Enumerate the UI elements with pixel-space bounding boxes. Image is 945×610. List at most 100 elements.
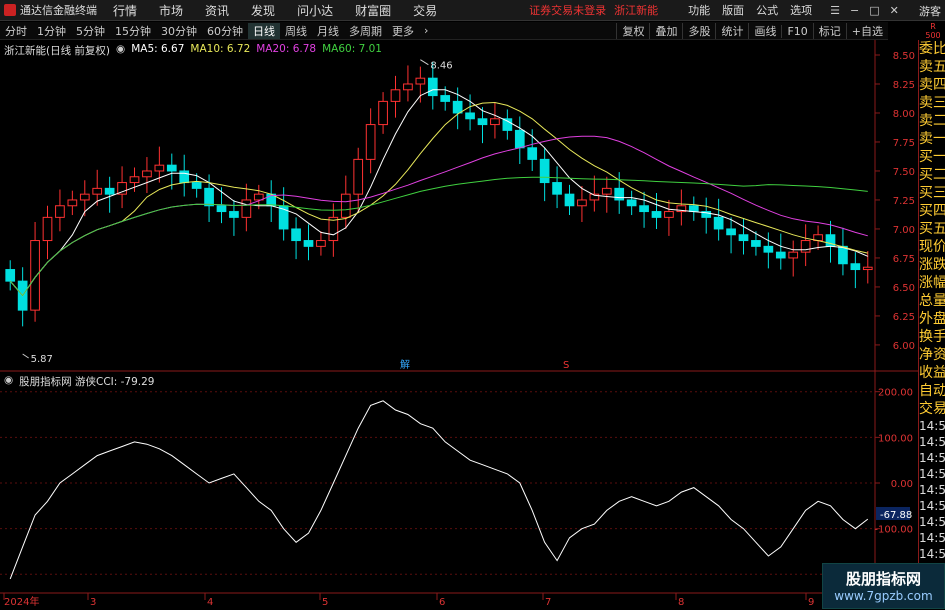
candle-body-39 xyxy=(490,118,500,126)
tool-duogu[interactable]: 多股 xyxy=(682,23,715,39)
side-time-3: 14:56 xyxy=(919,467,945,481)
cci-tick-label-2: 0.00 xyxy=(891,479,913,490)
tool-f10[interactable]: F10 xyxy=(781,24,812,38)
price-tick-label-2: 8.00 xyxy=(893,109,915,120)
candle-body-49 xyxy=(614,187,625,201)
side-time-6: 14:56 xyxy=(919,515,945,529)
candle-body-50 xyxy=(626,199,637,207)
period-15min[interactable]: 15分钟 xyxy=(110,23,156,39)
candle-body-2 xyxy=(30,240,40,311)
bars-icon[interactable]: ☰ xyxy=(830,4,840,17)
period-more[interactable]: 更多 xyxy=(387,23,419,39)
cci-current-value: -67.88 xyxy=(880,510,912,521)
cci-tick-label-1: 100.00 xyxy=(878,433,913,444)
candle-body-6 xyxy=(79,193,90,201)
price-tick-label-6: 7.00 xyxy=(893,225,915,236)
candle-body-37 xyxy=(465,112,475,120)
x-label-6: 8 xyxy=(678,597,684,608)
tool-biaoji[interactable]: 标记 xyxy=(812,23,846,39)
side-label-19[interactable]: 自动 xyxy=(919,382,945,400)
minimize-icon[interactable]: − xyxy=(850,4,859,17)
period-30min[interactable]: 30分钟 xyxy=(156,23,202,39)
side-label-0: 委比 xyxy=(919,41,945,57)
menu-hangqing[interactable]: 行情 xyxy=(113,2,137,19)
candle-body-42 xyxy=(527,147,538,160)
period-60min[interactable]: 60分钟 xyxy=(202,23,248,39)
candle-body-18 xyxy=(229,211,239,218)
candle-body-62 xyxy=(775,251,786,259)
menu-banmian[interactable]: 版面 xyxy=(722,2,744,18)
tool-huaxian[interactable]: 画线 xyxy=(748,23,781,39)
candle-body-44 xyxy=(552,182,562,195)
price-tick-label-1: 8.25 xyxy=(893,80,915,91)
period-5min[interactable]: 5分钟 xyxy=(71,23,110,39)
period-day[interactable]: 日线 xyxy=(248,22,280,39)
tool-fuquan[interactable]: 复权 xyxy=(616,23,649,39)
candle-body-29 xyxy=(365,124,376,160)
candle-body-32 xyxy=(403,83,413,91)
tool-zixuan[interactable]: +自选 xyxy=(845,23,888,39)
price-panel-title: 浙江新能(日线 前复权) xyxy=(4,45,111,57)
menu-wenxiaoda[interactable]: 问小达 xyxy=(297,2,333,19)
window-buttons: ☰ − □ ✕ xyxy=(830,4,899,17)
side-label-14: 总量 xyxy=(919,293,945,309)
tool-diejia[interactable]: 叠加 xyxy=(649,23,682,39)
cci-toggle-icon[interactable]: ◉ xyxy=(4,374,13,389)
candle-body-28 xyxy=(353,158,364,195)
candle-body-48 xyxy=(601,187,612,195)
kline-chart[interactable]: 8.50 8.25 8.00 7.75 7.50 7.25 7.00 6.75 6.50 6.25… xyxy=(0,40,945,609)
chevron-right-icon[interactable]: › xyxy=(419,24,433,37)
candle-body-58 xyxy=(726,228,736,236)
menu-zixun[interactable]: 资讯 xyxy=(205,2,229,19)
period-week[interactable]: 周线 xyxy=(280,23,312,39)
period-multi[interactable]: 多周期 xyxy=(344,23,387,39)
low-pointer xyxy=(22,353,29,359)
menu-gongshi[interactable]: 公式 xyxy=(756,2,778,18)
candle-body-26 xyxy=(328,216,339,242)
close-icon[interactable]: ✕ xyxy=(890,4,899,17)
side-label-12: 涨跌 xyxy=(919,257,945,273)
candle-body-40 xyxy=(502,118,513,131)
candle-body-30 xyxy=(378,100,388,126)
high-label: 8.46 xyxy=(430,61,452,72)
candle-body-10 xyxy=(129,176,140,184)
period-1min[interactable]: 1分钟 xyxy=(32,23,71,39)
menu-caifuquan[interactable]: 财富圈 xyxy=(355,2,391,19)
x-label-1: 3 xyxy=(90,597,96,608)
x-label-3: 5 xyxy=(322,597,328,608)
tool-tongji[interactable]: 统计 xyxy=(715,23,748,39)
side-label-20[interactable]: 交易 xyxy=(919,400,945,418)
menu-jiaoyi[interactable]: 交易 xyxy=(413,2,437,19)
candle-body-12 xyxy=(154,164,165,172)
legend-toggle-icon[interactable]: ◉ xyxy=(116,43,125,58)
maximize-icon[interactable]: □ xyxy=(869,4,879,17)
guest-label[interactable]: 游客 xyxy=(919,3,941,19)
trade-status: 证券交易未登录 xyxy=(529,4,607,17)
candle-body-59 xyxy=(738,234,749,242)
side-label-4: 卖二 xyxy=(919,113,945,129)
price-tick-label-3: 7.75 xyxy=(893,138,915,149)
quote-side-panel: 委比 卖五 卖四 卖三 卖二 卖一 买一 买二 买三 买四 买五 现价 涨跌 涨幅 总量 外盘 换手 净资 收益 自动… xyxy=(918,40,945,609)
period-fenshi[interactable]: 分时 xyxy=(0,23,32,39)
menu-shichang[interactable]: 市场 xyxy=(159,2,183,19)
menu-faxian[interactable]: 发现 xyxy=(251,2,275,19)
title-bar: 通达信金融终端 行情 市场 资讯 发现 问小达 财富圈 交易 证券交易未登录 浙… xyxy=(0,0,945,21)
candle-body-24 xyxy=(303,240,314,247)
menu-xuanxiang[interactable]: 选项 xyxy=(790,2,812,18)
candle-body-43 xyxy=(539,158,550,184)
price-tick-label-7: 6.75 xyxy=(893,254,915,265)
candle-body-4 xyxy=(55,205,65,218)
cci-legend: ◉ 股朋指标网 游侠CCI: -79.29 xyxy=(4,374,155,389)
ma20-label: MA20: 6.78 xyxy=(256,43,317,55)
candle-body-35 xyxy=(440,95,451,102)
candle-body-31 xyxy=(390,89,401,102)
side-time-2: 14:56 xyxy=(919,451,945,465)
stock-name: 浙江新能 xyxy=(614,4,659,17)
candle-body-53 xyxy=(664,211,674,218)
menu-gongneng[interactable]: 功能 xyxy=(688,2,710,18)
candle-body-11 xyxy=(142,170,152,178)
period-month[interactable]: 月线 xyxy=(312,23,344,39)
side-time-4: 14:56 xyxy=(919,483,945,497)
side-time-8: 14:56 xyxy=(919,547,945,561)
candle-body-14 xyxy=(179,170,190,184)
